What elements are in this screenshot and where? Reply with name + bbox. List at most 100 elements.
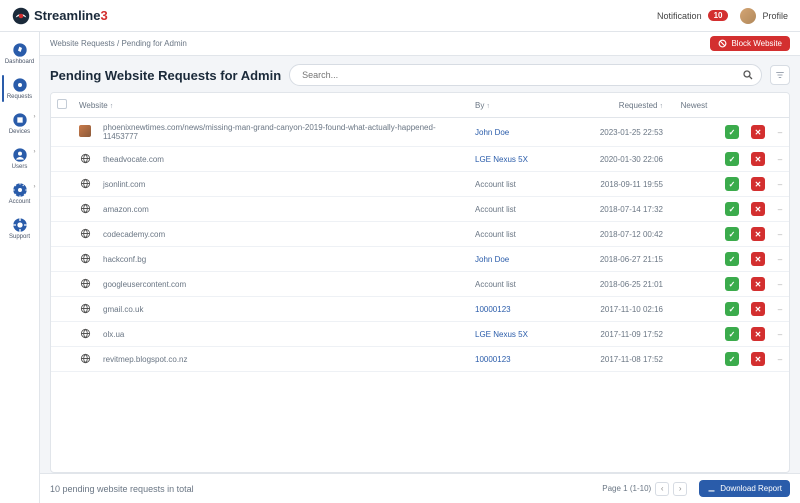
by-cell: Account list <box>475 230 516 239</box>
sidebar-item-dashboard[interactable]: Dashboard <box>2 38 38 69</box>
requested-cell: 2023-01-25 22:53 <box>559 118 669 147</box>
page-title: Pending Website Requests for Admin <box>50 68 281 83</box>
reject-button[interactable]: ✕ <box>751 125 765 139</box>
by-cell[interactable]: John Doe <box>475 128 509 137</box>
sort-arrow-icon: ↑ <box>660 103 664 110</box>
approve-button[interactable]: ✓ <box>725 177 739 191</box>
more-action[interactable]: – <box>778 255 782 264</box>
by-cell[interactable]: 10000123 <box>475 305 511 314</box>
chevron-right-icon: › <box>34 184 36 190</box>
sort-arrow-icon: ↑ <box>486 103 490 110</box>
reject-button[interactable]: ✕ <box>751 177 765 191</box>
notification-count-badge: 10 <box>708 10 729 21</box>
more-action[interactable]: – <box>778 180 782 189</box>
by-cell[interactable]: LGE Nexus 5X <box>475 330 528 339</box>
approve-button[interactable]: ✓ <box>725 302 739 316</box>
sidebar-item-label: Requests <box>7 94 32 100</box>
table-row[interactable]: amazon.comAccount list2018-07-14 17:32✓✕… <box>51 197 789 222</box>
prev-page-button[interactable]: ‹ <box>655 482 669 496</box>
more-action[interactable]: – <box>778 155 782 164</box>
website-cell: jsonlint.com <box>97 172 469 197</box>
reject-button[interactable]: ✕ <box>751 302 765 316</box>
table-row[interactable]: codecademy.com Account list 2018-07-12 00:… <box>51 222 789 247</box>
requested-cell: 2018-06-27 21:15 <box>559 247 669 272</box>
block-icon <box>718 39 727 48</box>
more-action[interactable]: – <box>778 205 782 214</box>
table-row[interactable]: hackconf.bgJohn Doe2018-06-27 21:15✓✕– <box>51 247 789 272</box>
column-requested[interactable]: Requested↑ <box>559 93 669 118</box>
filter-button[interactable] <box>770 65 790 85</box>
table-row[interactable]: gmail.co.uk100001232017-11-10 02:16✓✕– <box>51 297 789 322</box>
more-action[interactable]: – <box>778 280 782 289</box>
website-cell: phoenixnewtimes.com/news/missing-man-gra… <box>97 118 469 147</box>
website-cell: olx.ua <box>97 322 469 347</box>
search-icon <box>742 69 754 81</box>
approve-button[interactable]: ✓ <box>725 125 739 139</box>
filter-icon <box>775 70 785 80</box>
approve-button[interactable]: ✓ <box>725 327 739 341</box>
column-by[interactable]: By↑ <box>469 93 559 118</box>
download-report-button[interactable]: Download Report <box>699 480 790 497</box>
column-newest[interactable]: Newest <box>669 93 719 118</box>
table-row[interactable]: phoenixnewtimes.com/news/missing-man-gra… <box>51 118 789 147</box>
chevron-right-icon: › <box>34 114 36 120</box>
page-label: Page 1 (1-10) <box>602 484 651 493</box>
approve-button[interactable]: ✓ <box>725 277 739 291</box>
table-row[interactable]: googleusercontent.comAccount list2018-06… <box>51 272 789 297</box>
users-icon <box>12 147 28 163</box>
logo[interactable]: Streamline3 <box>12 7 108 25</box>
sidebar-item-account[interactable]: Account › <box>2 178 38 209</box>
approve-button[interactable]: ✓ <box>725 352 739 366</box>
more-action[interactable]: – <box>778 230 782 239</box>
table-row[interactable]: olx.uaLGE Nexus 5X2017-11-09 17:52✓✕– <box>51 322 789 347</box>
block-website-button[interactable]: Block Website <box>710 36 790 51</box>
website-cell: codecademy.com <box>97 222 469 247</box>
globe-icon <box>79 152 91 164</box>
reject-button[interactable]: ✕ <box>751 327 765 341</box>
sidebar-item-users[interactable]: Users› <box>2 143 38 174</box>
sidebar-item-requests[interactable]: Requests <box>2 73 38 104</box>
reject-button[interactable]: ✕ <box>751 152 765 166</box>
table-row[interactable]: theadvocate.comLGE Nexus 5X2020-01-30 22… <box>51 147 789 172</box>
reject-button[interactable]: ✕ <box>751 277 765 291</box>
sidebar-item-label: Account <box>9 199 31 205</box>
more-action[interactable]: – <box>778 355 782 364</box>
next-page-button[interactable]: › <box>673 482 687 496</box>
by-cell[interactable]: LGE Nexus 5X <box>475 155 528 164</box>
approve-button[interactable]: ✓ <box>725 202 739 216</box>
more-action[interactable]: – <box>778 128 782 137</box>
reject-button[interactable]: ✕ <box>751 252 765 266</box>
reject-button[interactable]: ✕ <box>751 202 765 216</box>
table-row[interactable]: revitmep.blogspot.co.nz100001232017-11-0… <box>51 347 789 372</box>
sidebar-item-devices[interactable]: Devices › <box>2 108 38 139</box>
approve-button[interactable]: ✓ <box>725 252 739 266</box>
select-all-checkbox[interactable] <box>57 99 67 109</box>
sidebar-item-label: Dashboard <box>5 59 34 65</box>
account-icon <box>12 182 28 198</box>
website-cell: googleusercontent.com <box>97 272 469 297</box>
approve-button[interactable]: ✓ <box>725 227 739 241</box>
more-action[interactable]: – <box>778 330 782 339</box>
more-action[interactable]: – <box>778 305 782 314</box>
by-cell[interactable]: John Doe <box>475 255 509 264</box>
reject-button[interactable]: ✕ <box>751 352 765 366</box>
profile-label: Profile <box>762 11 788 21</box>
footer-status: 10 pending website requests in total <box>50 484 194 494</box>
requested-cell: 2018-07-12 00:42 <box>559 222 669 247</box>
sidebar-item-label: Support <box>9 234 30 240</box>
sidebar-item-label: Devices <box>9 129 30 135</box>
globe-icon <box>79 252 91 264</box>
approve-button[interactable]: ✓ <box>725 152 739 166</box>
globe-icon <box>79 302 91 314</box>
profile-link[interactable]: Profile <box>740 8 788 24</box>
search-input[interactable] <box>289 64 762 86</box>
sidebar-item-support[interactable]: Support <box>2 213 38 244</box>
requested-cell: 2020-01-30 22:06 <box>559 147 669 172</box>
requested-cell: 2017-11-10 02:16 <box>559 297 669 322</box>
notification-link[interactable]: Notification 10 <box>657 10 728 21</box>
by-cell[interactable]: 10000123 <box>475 355 511 364</box>
column-website[interactable]: Website↑ <box>73 93 469 118</box>
sidebar: Dashboard Requests Devices › Users› Account › S… <box>0 32 40 503</box>
reject-button[interactable]: ✕ <box>751 227 765 241</box>
table-row[interactable]: jsonlint.comAccount list2018-09-11 19:55… <box>51 172 789 197</box>
